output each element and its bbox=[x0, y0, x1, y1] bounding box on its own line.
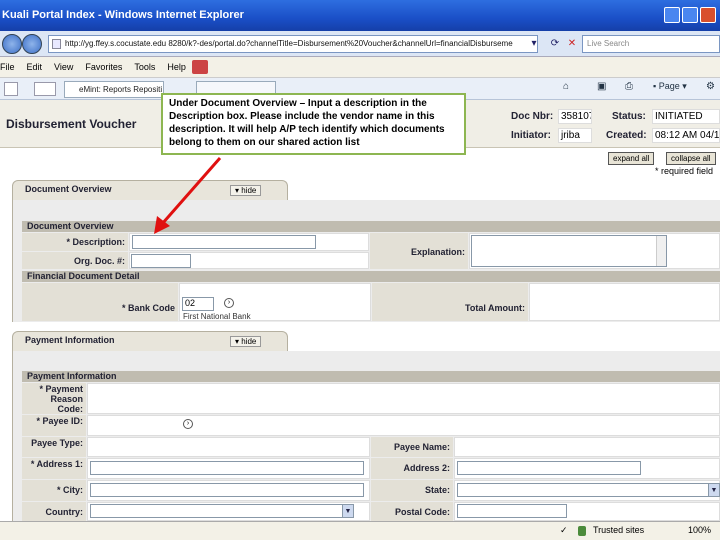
address2-label: Address 2: bbox=[371, 458, 453, 479]
back-icon[interactable] bbox=[2, 34, 22, 54]
page-title: Disbursement Voucher bbox=[6, 117, 137, 131]
refresh-icon[interactable]: ⟳ bbox=[548, 36, 562, 52]
payment-information-tab: Payment Information ▾ hide bbox=[12, 331, 288, 351]
country-select[interactable]: ▼ bbox=[90, 504, 354, 518]
window-title-bar: Kuali Portal Index - Windows Internet Ex… bbox=[0, 0, 720, 31]
created-value: 08:12 AM 04/13 bbox=[652, 128, 720, 143]
payment-reason-cell bbox=[87, 383, 720, 414]
explanation-label: Explanation: bbox=[370, 233, 468, 269]
bank-name: First National Bank bbox=[183, 312, 251, 321]
country-label: Country: bbox=[22, 502, 86, 521]
trusted-sites-icon bbox=[578, 526, 586, 536]
search-input[interactable]: Live Search bbox=[582, 35, 720, 53]
bank-code-label: * Bank Code bbox=[22, 283, 178, 321]
address1-input[interactable] bbox=[90, 461, 364, 475]
print-icon[interactable]: ⎙ bbox=[625, 81, 633, 92]
doc-nbr-label: Doc Nbr: bbox=[511, 111, 554, 122]
city-label: * City: bbox=[22, 480, 86, 501]
payee-id-lookup-icon[interactable]: › bbox=[183, 419, 193, 429]
initiator-value: jriba bbox=[558, 128, 592, 143]
menu-view[interactable]: View bbox=[48, 62, 79, 72]
doc-nbr-value: 358107 bbox=[558, 109, 592, 124]
chevron-down-icon[interactable]: ▼ bbox=[708, 484, 719, 496]
page-menu-button[interactable]: ▪ Page ▾ bbox=[653, 81, 687, 92]
minimize-icon[interactable] bbox=[664, 7, 680, 23]
description-label: * Description: bbox=[22, 233, 128, 251]
security-zone-label: Trusted sites bbox=[593, 525, 645, 535]
chevron-down-icon[interactable]: ▼ bbox=[342, 505, 353, 517]
menu-edit[interactable]: Edit bbox=[21, 62, 49, 72]
payment-information-hide-button[interactable]: ▾ hide bbox=[230, 336, 262, 347]
feeds-icon[interactable]: ▣ bbox=[597, 81, 606, 92]
expand-all-button[interactable]: expand all bbox=[608, 152, 655, 165]
created-label: Created: bbox=[606, 130, 647, 141]
financial-detail-header: Financial Document Detail bbox=[22, 271, 720, 282]
instruction-callout: Under Document Overview – Input a descri… bbox=[161, 93, 466, 155]
postal-code-input[interactable] bbox=[457, 504, 567, 518]
document-overview-header: Document Overview bbox=[22, 221, 720, 232]
initiator-label: Initiator: bbox=[511, 130, 551, 141]
page-menu-label: Page bbox=[658, 81, 680, 91]
tab-list-icon[interactable] bbox=[34, 82, 56, 96]
state-select[interactable]: ▼ bbox=[457, 483, 720, 497]
hide-label: hide bbox=[241, 186, 257, 195]
hide-label: hide bbox=[241, 337, 257, 346]
close-icon[interactable] bbox=[700, 7, 716, 23]
protected-mode-icon: ✓ bbox=[560, 525, 568, 535]
bank-code-lookup-icon[interactable]: › bbox=[224, 298, 234, 308]
menu-tools[interactable]: Tools bbox=[128, 62, 161, 72]
payee-id-label: * Payee ID: bbox=[22, 415, 86, 436]
city-input[interactable] bbox=[90, 483, 364, 497]
total-amount-value bbox=[529, 283, 720, 321]
document-overview-tab-label: Document Overview bbox=[25, 184, 112, 194]
payee-name-label: Payee Name: bbox=[371, 437, 453, 457]
payee-type-label: Payee Type: bbox=[22, 437, 86, 457]
menu-favorites[interactable]: Favorites bbox=[79, 62, 128, 72]
menu-help[interactable]: Help bbox=[161, 62, 192, 72]
address1-label: * Address 1: bbox=[22, 458, 86, 479]
postal-code-label: Postal Code: bbox=[371, 502, 453, 521]
maximize-icon[interactable] bbox=[682, 7, 698, 23]
status-bar: ✓ Trusted sites 100% bbox=[0, 521, 720, 540]
address-row: http://yg.ffey.s.cocustate.edu 8280/k?-d… bbox=[0, 31, 720, 57]
total-amount-label: Total Amount: bbox=[372, 283, 528, 321]
menu-file[interactable]: File bbox=[0, 62, 21, 72]
tab-emint-reports[interactable]: eMint: Reports Repositi bbox=[64, 81, 164, 98]
favorites-star-icon[interactable] bbox=[4, 82, 18, 96]
document-overview-hide-button[interactable]: ▾ hide bbox=[230, 185, 262, 196]
address-dropdown-icon[interactable]: ▾ bbox=[527, 36, 541, 52]
payment-reason-label: * Payment Reason Code: bbox=[22, 383, 86, 414]
status-value: INITIATED bbox=[652, 109, 720, 124]
tools-menu-icon[interactable]: ⚙ bbox=[706, 81, 715, 92]
address-url: http://yg.ffey.s.cocustate.edu 8280/k?-d… bbox=[65, 39, 513, 48]
payee-type-cell bbox=[87, 437, 370, 457]
explanation-scrollbar[interactable] bbox=[656, 236, 666, 266]
payee-id-cell bbox=[87, 415, 720, 436]
payment-information-header: Payment Information bbox=[22, 371, 720, 382]
org-doc-label: Org. Doc. #: bbox=[22, 252, 128, 269]
zoom-level[interactable]: 100% bbox=[688, 525, 711, 535]
window-title: Kuali Portal Index - Windows Internet Ex… bbox=[2, 9, 244, 21]
callout-arrow bbox=[154, 157, 222, 234]
stop-icon[interactable]: ✕ bbox=[565, 36, 579, 52]
home-icon[interactable]: ⌂ bbox=[563, 81, 569, 92]
address2-input[interactable] bbox=[457, 461, 641, 475]
state-label: State: bbox=[371, 480, 453, 501]
address-input[interactable]: http://yg.ffey.s.cocustate.edu 8280/k?-d… bbox=[48, 35, 538, 53]
payment-information-tab-label: Payment Information bbox=[25, 335, 115, 345]
toolbar-addon-icon[interactable] bbox=[192, 60, 208, 74]
explanation-textarea[interactable] bbox=[471, 235, 667, 267]
collapse-all-button[interactable]: collapse all bbox=[666, 152, 716, 165]
org-doc-input[interactable] bbox=[131, 254, 191, 268]
forward-icon[interactable] bbox=[22, 34, 42, 54]
page-icon bbox=[52, 39, 61, 49]
menu-bar: File Edit View Favorites Tools Help bbox=[0, 57, 720, 78]
bank-code-input[interactable]: 02 bbox=[182, 297, 214, 311]
payee-name-cell bbox=[454, 437, 720, 457]
required-field-note: * required field bbox=[655, 166, 714, 176]
status-label: Status: bbox=[612, 111, 646, 122]
